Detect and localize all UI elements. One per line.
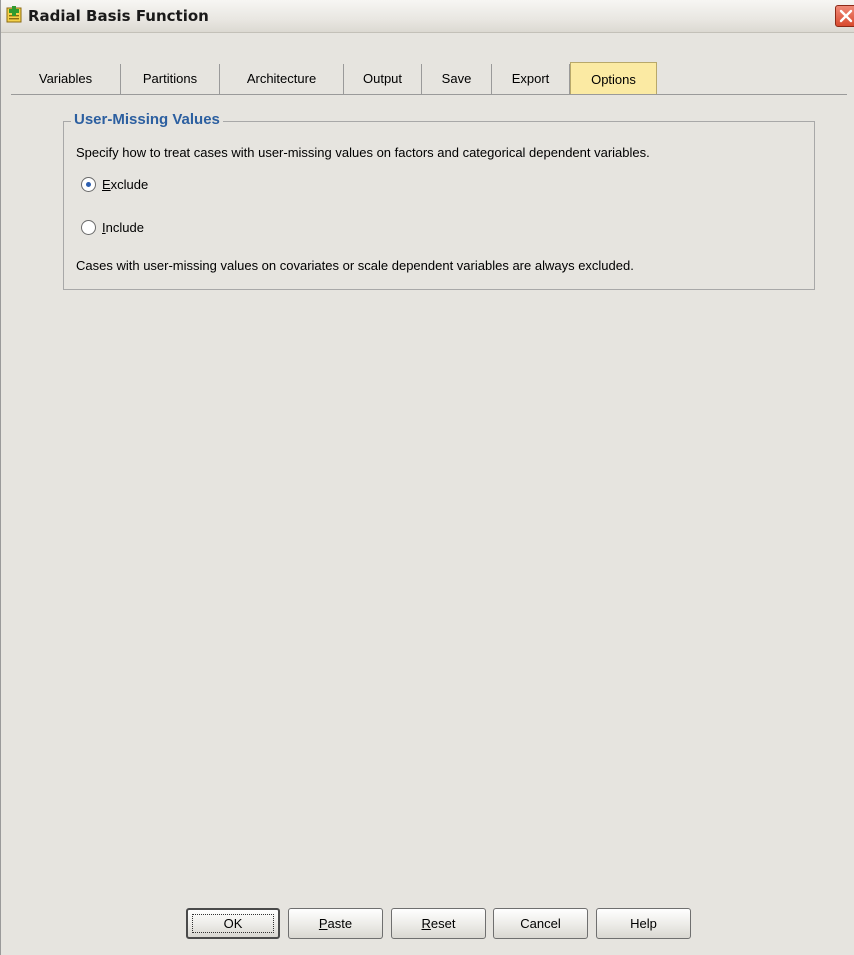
tab-output[interactable]: Output	[344, 64, 422, 94]
cancel-button[interactable]: Cancel	[493, 908, 588, 939]
covariates-note: Cases with user-missing values on covari…	[76, 258, 634, 273]
ok-button[interactable]: OK	[186, 908, 280, 939]
group-title: User-Missing Values	[71, 110, 223, 130]
app-icon	[6, 6, 24, 24]
tab-variables[interactable]: Variables	[11, 64, 121, 94]
tab-save[interactable]: Save	[422, 64, 492, 94]
tab-options[interactable]: Options	[570, 62, 657, 95]
tab-strip: Variables Partitions Architecture Output…	[11, 62, 854, 95]
description-text: Specify how to treat cases with user-mis…	[76, 145, 650, 160]
include-label[interactable]: Include	[102, 218, 144, 238]
exclude-label[interactable]: Exclude	[102, 175, 148, 195]
reset-button[interactable]: Reset	[391, 908, 486, 939]
tab-partitions[interactable]: Partitions	[121, 64, 220, 94]
close-button[interactable]	[835, 5, 854, 27]
window-title: Radial Basis Function	[28, 7, 209, 25]
exclude-radio[interactable]	[81, 177, 96, 192]
tab-baseline	[11, 94, 847, 95]
help-button[interactable]: Help	[596, 908, 691, 939]
tab-architecture[interactable]: Architecture	[220, 64, 344, 94]
title-bar[interactable]: Radial Basis Function	[1, 0, 854, 33]
include-radio[interactable]	[81, 220, 96, 235]
tab-export[interactable]: Export	[492, 64, 570, 94]
paste-button[interactable]: Paste	[288, 908, 383, 939]
dialog-window: Radial Basis Function Variables Partitio…	[0, 0, 854, 955]
